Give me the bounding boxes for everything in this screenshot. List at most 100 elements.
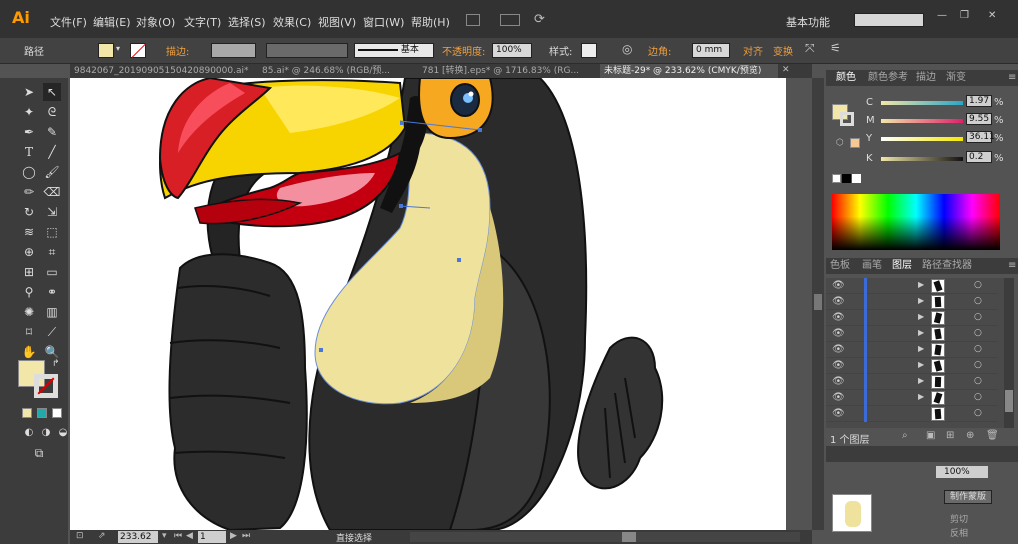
target-circle-icon[interactable]: ○ (974, 328, 982, 338)
menu-view[interactable]: 视图(V) (318, 14, 356, 30)
gradient-tool-icon[interactable]: ▭ (43, 263, 61, 281)
menu-select[interactable]: 选择(S) (228, 14, 266, 30)
locate-object-icon[interactable]: ⌕ (902, 430, 908, 441)
expand-triangle-icon[interactable]: ▶ (918, 328, 924, 337)
stroke-swatch[interactable] (130, 43, 147, 58)
free-transform-icon[interactable]: ⬚ (43, 223, 61, 241)
chevron-down-icon[interactable]: ▾ (116, 44, 120, 53)
channel-c-field[interactable]: 1.97 (966, 95, 992, 107)
layer-row[interactable]: 👁 ▶ ○ (826, 342, 998, 358)
artboard[interactable] (70, 78, 786, 530)
visibility-eye-icon[interactable]: 👁 (832, 344, 845, 355)
eraser-icon[interactable]: ⌫ (43, 183, 61, 201)
toucan-artwork[interactable] (70, 78, 786, 530)
rotate-tool-icon[interactable]: ↻ (20, 203, 38, 221)
stroke-color-box[interactable] (34, 374, 58, 398)
visibility-eye-icon[interactable]: 👁 (832, 392, 845, 403)
ellipse-tool-icon[interactable]: ◯ (20, 163, 38, 181)
tab-pathfinder[interactable]: 路径查找器 (922, 258, 972, 274)
clip-checkbox-label[interactable]: 剪切 (950, 512, 968, 525)
visibility-eye-icon[interactable]: 👁 (832, 376, 845, 387)
target-circle-icon[interactable]: ○ (974, 312, 982, 322)
artboard-tool-icon[interactable]: ⌑ (20, 323, 38, 341)
stroke-weight-field[interactable] (211, 43, 256, 58)
menu-effect[interactable]: 效果(C) (273, 14, 311, 30)
layer-row[interactable]: 👁 ▶ ○ (826, 390, 998, 406)
sync-icon[interactable]: ⟳ (534, 12, 545, 27)
document-tab[interactable]: 781 [转换].eps* @ 1716.83% (RG... (418, 64, 600, 78)
tab-swatches[interactable]: 色板 (830, 258, 850, 274)
pencil-tool-icon[interactable]: ✏ (20, 183, 38, 201)
target-circle-icon[interactable]: ○ (974, 360, 982, 370)
color-spectrum[interactable] (832, 194, 1000, 250)
shape-builder-icon[interactable]: ⊕ (20, 243, 38, 261)
graphic-style-swatch[interactable] (581, 43, 597, 58)
artboard-nav-icon[interactable]: ⊡ (76, 531, 84, 541)
tab-stroke[interactable]: 描边 (916, 70, 936, 86)
direct-selection-tool-icon[interactable]: ↖ (43, 83, 61, 101)
gamut-color-swatch[interactable] (850, 138, 860, 148)
paintbrush-icon[interactable]: 🖌 (43, 163, 61, 181)
transform-link[interactable]: 变换 (773, 43, 793, 58)
align-link[interactable]: 对齐 (743, 43, 763, 58)
next-artboard-icon[interactable]: ▶ (230, 531, 237, 541)
panel-menu-icon[interactable]: ≡ (1008, 260, 1016, 271)
black-swatch[interactable] (842, 174, 851, 183)
slider-m[interactable] (881, 119, 963, 123)
eyedropper-icon[interactable]: ⚲ (20, 283, 38, 301)
channel-y-field[interactable]: 36.11 (966, 131, 995, 143)
canvas-area[interactable] (70, 78, 812, 530)
blend-tool-icon[interactable]: ⚭ (43, 283, 61, 301)
bridge-icon[interactable] (466, 14, 480, 26)
expand-triangle-icon[interactable]: ▶ (918, 344, 924, 353)
workspace-switcher[interactable]: 基本功能 (786, 14, 830, 30)
visibility-eye-icon[interactable]: 👁 (832, 360, 845, 371)
opacity-label[interactable]: 不透明度: (442, 43, 485, 58)
scroll-thumb[interactable] (622, 532, 636, 542)
variable-width-profile[interactable] (266, 43, 348, 58)
lasso-icon[interactable]: ᘓ (43, 103, 61, 121)
channel-k-field[interactable]: 0.2 (966, 151, 992, 163)
slider-c[interactable] (881, 101, 963, 105)
layer-row[interactable]: 👁 ▶ ○ (826, 310, 998, 326)
visibility-eye-icon[interactable]: 👁 (832, 312, 845, 323)
search-input[interactable] (854, 13, 924, 27)
color-stroke-swatch[interactable] (840, 112, 854, 126)
invert-mask-label[interactable]: 反相 (950, 526, 968, 539)
draw-behind-icon[interactable]: ◑ (37, 424, 55, 442)
none-swatch[interactable] (832, 174, 841, 183)
slider-k[interactable] (881, 157, 963, 161)
pen-tool-icon[interactable]: ✒ (20, 123, 38, 141)
close-tab-icon[interactable]: ✕ (782, 65, 790, 75)
warp-tool-icon[interactable]: ≋ (20, 223, 38, 241)
layer-row[interactable]: 👁 ▶ ○ (826, 294, 998, 310)
layer-row[interactable]: 👁 ▶ ○ (826, 326, 998, 342)
horizontal-scrollbar[interactable] (410, 532, 800, 542)
clipping-mask-icon[interactable]: ▣ (926, 430, 935, 441)
target-circle-icon[interactable]: ○ (974, 392, 982, 402)
brush-definition[interactable]: 基本 (354, 43, 434, 58)
slider-y[interactable] (881, 137, 963, 141)
layer-row[interactable]: 👁 ○ (826, 406, 998, 422)
menu-edit[interactable]: 编辑(E) (93, 14, 131, 30)
corner-label[interactable]: 边角: (648, 43, 671, 58)
symbol-sprayer-icon[interactable]: ✺ (20, 303, 38, 321)
mesh-tool-icon[interactable]: ⊞ (20, 263, 38, 281)
column-graph-icon[interactable]: ▥ (43, 303, 61, 321)
menu-file[interactable]: 文件(F) (50, 14, 87, 30)
menu-object[interactable]: 对象(O) (136, 14, 175, 30)
tab-gradient[interactable]: 渐变 (946, 70, 966, 86)
color-mode-icon[interactable] (22, 408, 32, 418)
document-tab-active[interactable]: 未标题-29* @ 233.62% (CMYK/预览) (600, 64, 778, 78)
target-circle-icon[interactable]: ○ (974, 408, 982, 418)
isolate-icon[interactable]: ⤧ (805, 41, 815, 56)
tab-color-guide[interactable]: 颜色参考 (868, 70, 908, 86)
layer-row[interactable]: 👁 ▶ ○ (826, 278, 998, 294)
expand-triangle-icon[interactable]: ▶ (918, 312, 924, 321)
vertical-scrollbar[interactable] (812, 78, 824, 530)
visibility-eye-icon[interactable]: 👁 (832, 408, 845, 419)
last-artboard-icon[interactable]: ⏭ (242, 531, 250, 541)
new-layer-icon[interactable]: ⊕ (966, 430, 974, 441)
opacity-field[interactable]: 100% (492, 43, 532, 58)
corner-radius-field[interactable]: 0 mm (692, 43, 730, 58)
